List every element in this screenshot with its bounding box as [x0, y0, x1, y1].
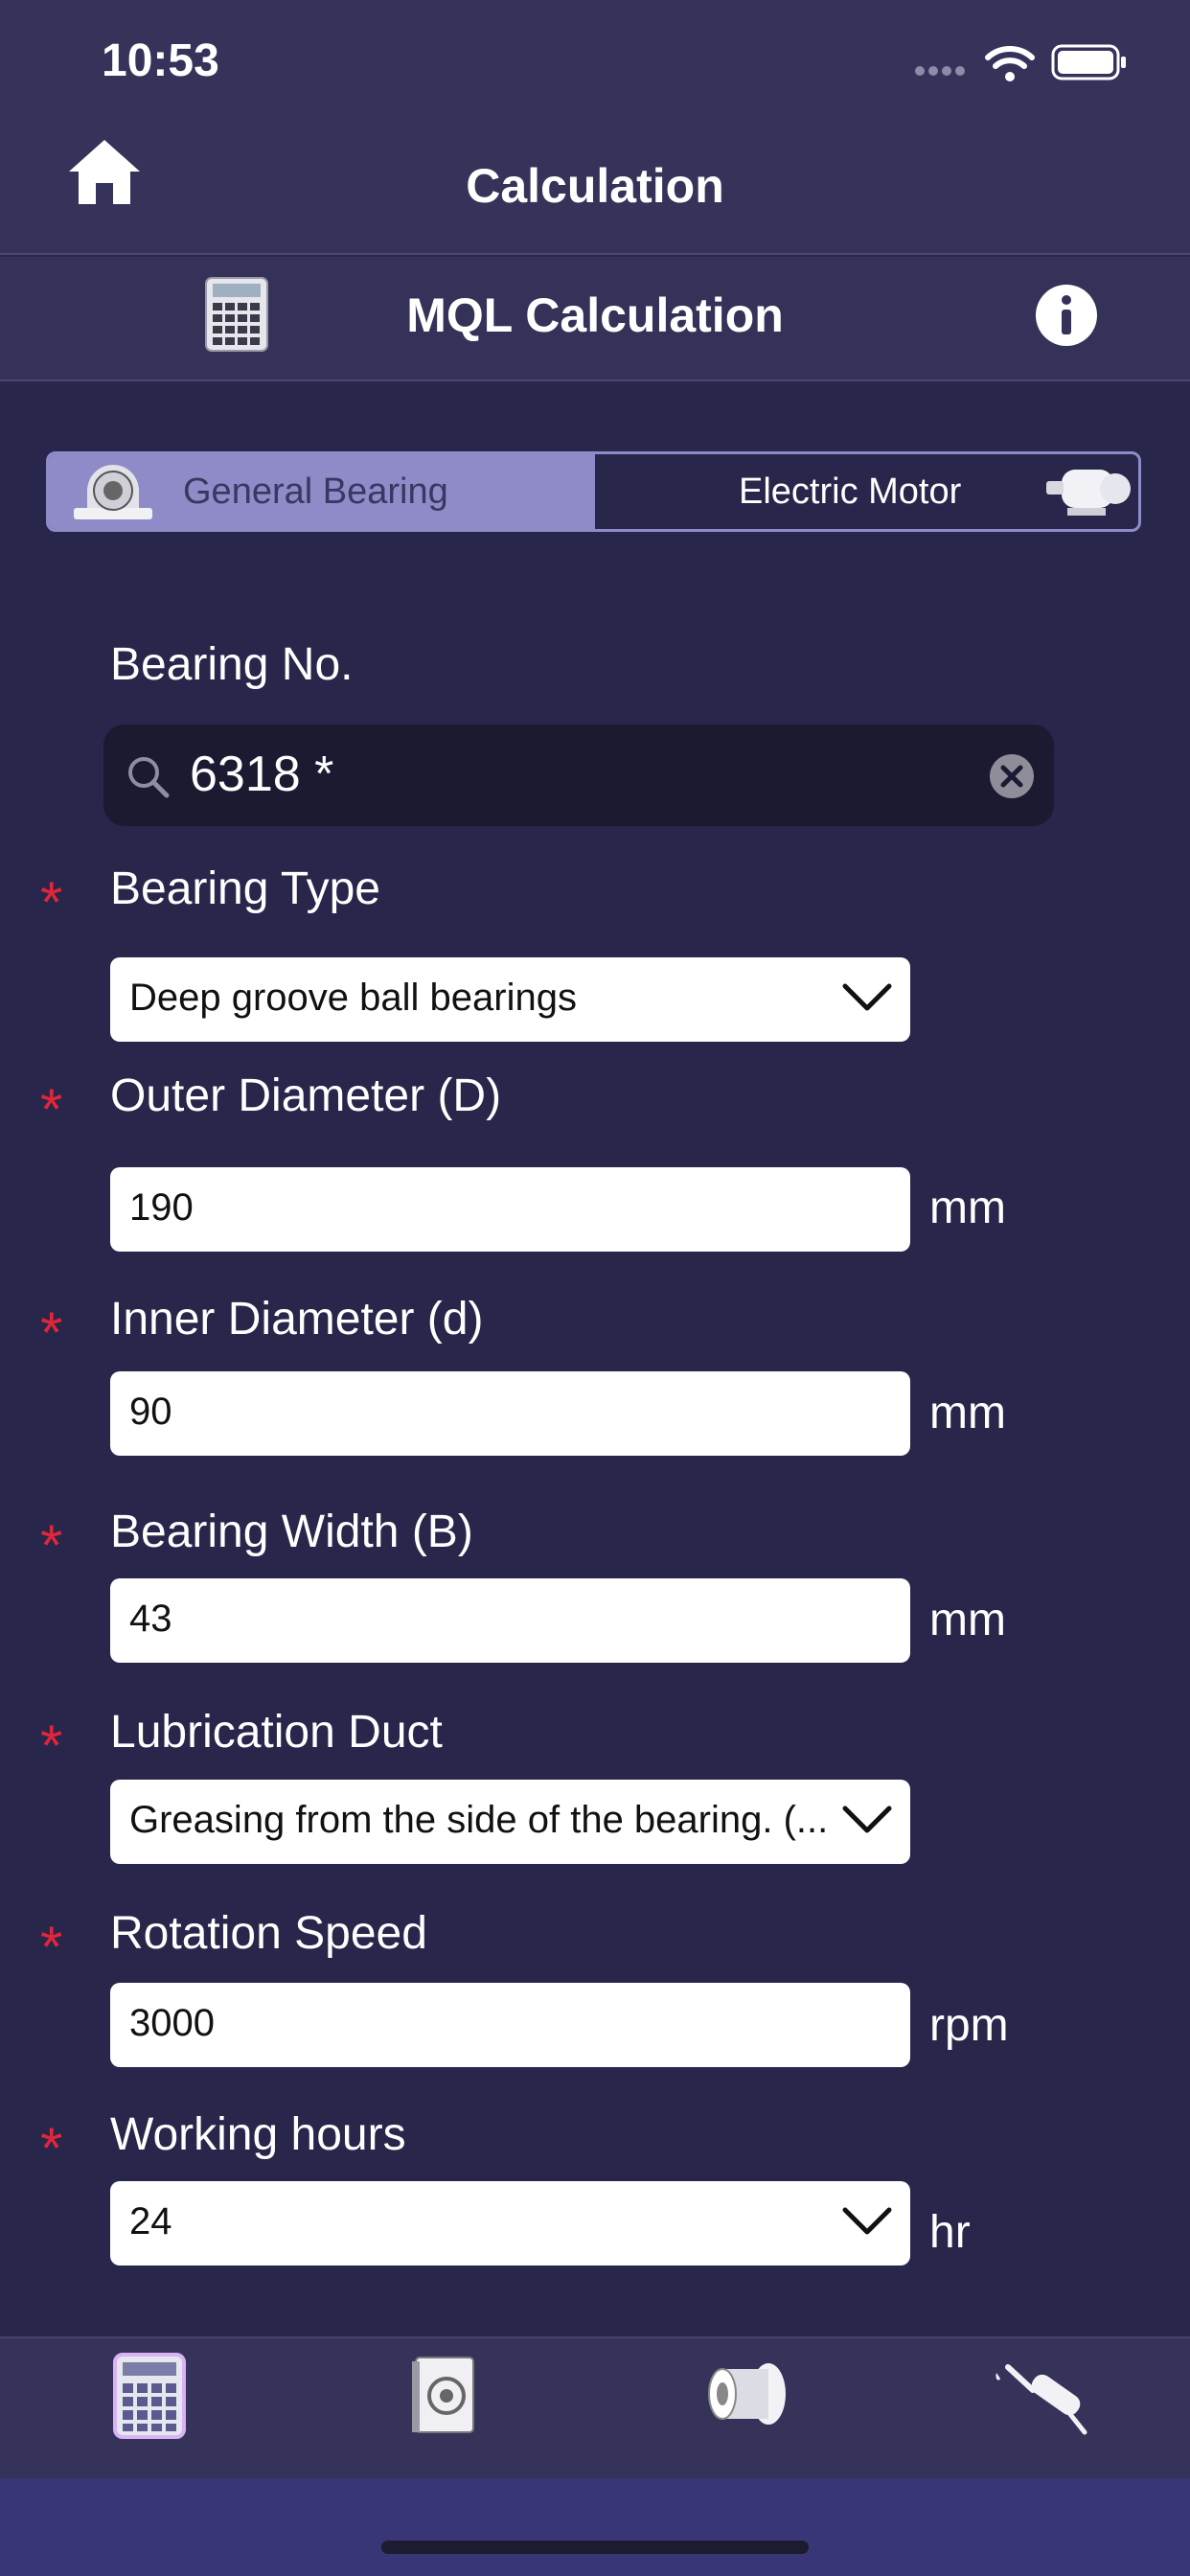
rotation-speed-unit: rpm — [929, 2000, 1009, 2051]
working-hours-label: Working hours — [110, 2109, 406, 2160]
calculator-icon[interactable] — [111, 2351, 188, 2441]
required-marker: * — [40, 1915, 63, 1979]
chevron-down-icon — [842, 1806, 892, 1833]
clear-icon[interactable] — [989, 753, 1035, 799]
segment-general-bearing[interactable]: General Bearing — [49, 454, 595, 529]
page-title: Calculation — [466, 159, 724, 213]
chevron-down-icon — [842, 2207, 892, 2235]
inner-diameter-label: Inner Diameter (d) — [110, 1294, 484, 1345]
rotation-speed-value: 3000 — [129, 2002, 215, 2044]
outer-diameter-value: 190 — [129, 1186, 194, 1229]
lubrication-duct-select[interactable]: Greasing from the side of the bearing. (… — [110, 1780, 910, 1864]
subheader-title: MQL Calculation — [406, 288, 784, 342]
subheader-divider — [0, 380, 1190, 381]
battery-icon — [1051, 44, 1126, 80]
bearing-width-unit: mm — [929, 1595, 1006, 1645]
required-marker: * — [40, 2116, 63, 2180]
wifi-icon — [985, 46, 1035, 81]
segment-right-label: Electric Motor — [739, 472, 962, 512]
bearing-book-icon[interactable] — [410, 2356, 477, 2436]
required-marker: * — [40, 1300, 63, 1365]
bearing-no-value: 6318 * — [190, 747, 334, 802]
status-time: 10:53 — [102, 35, 219, 86]
segment-left-label: General Bearing — [183, 472, 448, 512]
working-hours-value: 24 — [129, 2200, 172, 2242]
home-indicator-area — [0, 2478, 1190, 2576]
inner-diameter-value: 90 — [129, 1391, 172, 1433]
outer-diameter-unit: mm — [929, 1183, 1006, 1233]
chevron-down-icon — [842, 983, 892, 1011]
grease-gun-icon[interactable] — [989, 2356, 1094, 2436]
bearing-width-input[interactable]: 43 — [110, 1578, 910, 1663]
header-divider — [0, 253, 1190, 255]
rotation-speed-label: Rotation Speed — [110, 1908, 427, 1959]
inner-diameter-input[interactable]: 90 — [110, 1371, 910, 1456]
bearing-width-label: Bearing Width (B) — [110, 1506, 473, 1557]
outer-diameter-label: Outer Diameter (D) — [110, 1070, 502, 1121]
lubrication-duct-value: Greasing from the side of the bearing. (… — [129, 1799, 829, 1841]
bearing-type-select[interactable]: Deep groove ball bearings — [110, 957, 910, 1042]
outer-diameter-input[interactable]: 190 — [110, 1167, 910, 1252]
bearing-type-value: Deep groove ball bearings — [129, 977, 577, 1019]
bearing-cylinder-icon[interactable] — [701, 2359, 790, 2428]
pillow-block-bearing-icon — [74, 465, 152, 519]
working-hours-unit: hr — [929, 2207, 971, 2258]
lubrication-duct-label: Lubrication Duct — [110, 1707, 443, 1758]
bearing-no-search-field[interactable]: 6318 * — [103, 724, 1054, 826]
required-marker: * — [40, 1513, 63, 1577]
bearing-type-label: Bearing Type — [110, 863, 380, 914]
home-indicator — [381, 2541, 809, 2554]
required-marker: * — [40, 1714, 63, 1778]
required-marker: * — [40, 1077, 63, 1141]
working-hours-select[interactable]: 24 — [110, 2181, 910, 2266]
cellular-signal-icon — [915, 63, 969, 80]
segment-electric-motor[interactable]: Electric Motor — [595, 454, 1138, 529]
required-marker: * — [40, 870, 63, 934]
search-icon — [128, 757, 170, 798]
bearing-width-value: 43 — [129, 1598, 172, 1640]
bearing-category-segment: General Bearing Electric Motor — [46, 451, 1141, 532]
bearing-no-label: Bearing No. — [110, 639, 354, 690]
electric-motor-icon — [1046, 470, 1131, 516]
inner-diameter-unit: mm — [929, 1388, 1006, 1438]
info-icon[interactable] — [1034, 283, 1099, 348]
rotation-speed-input[interactable]: 3000 — [110, 1983, 910, 2067]
